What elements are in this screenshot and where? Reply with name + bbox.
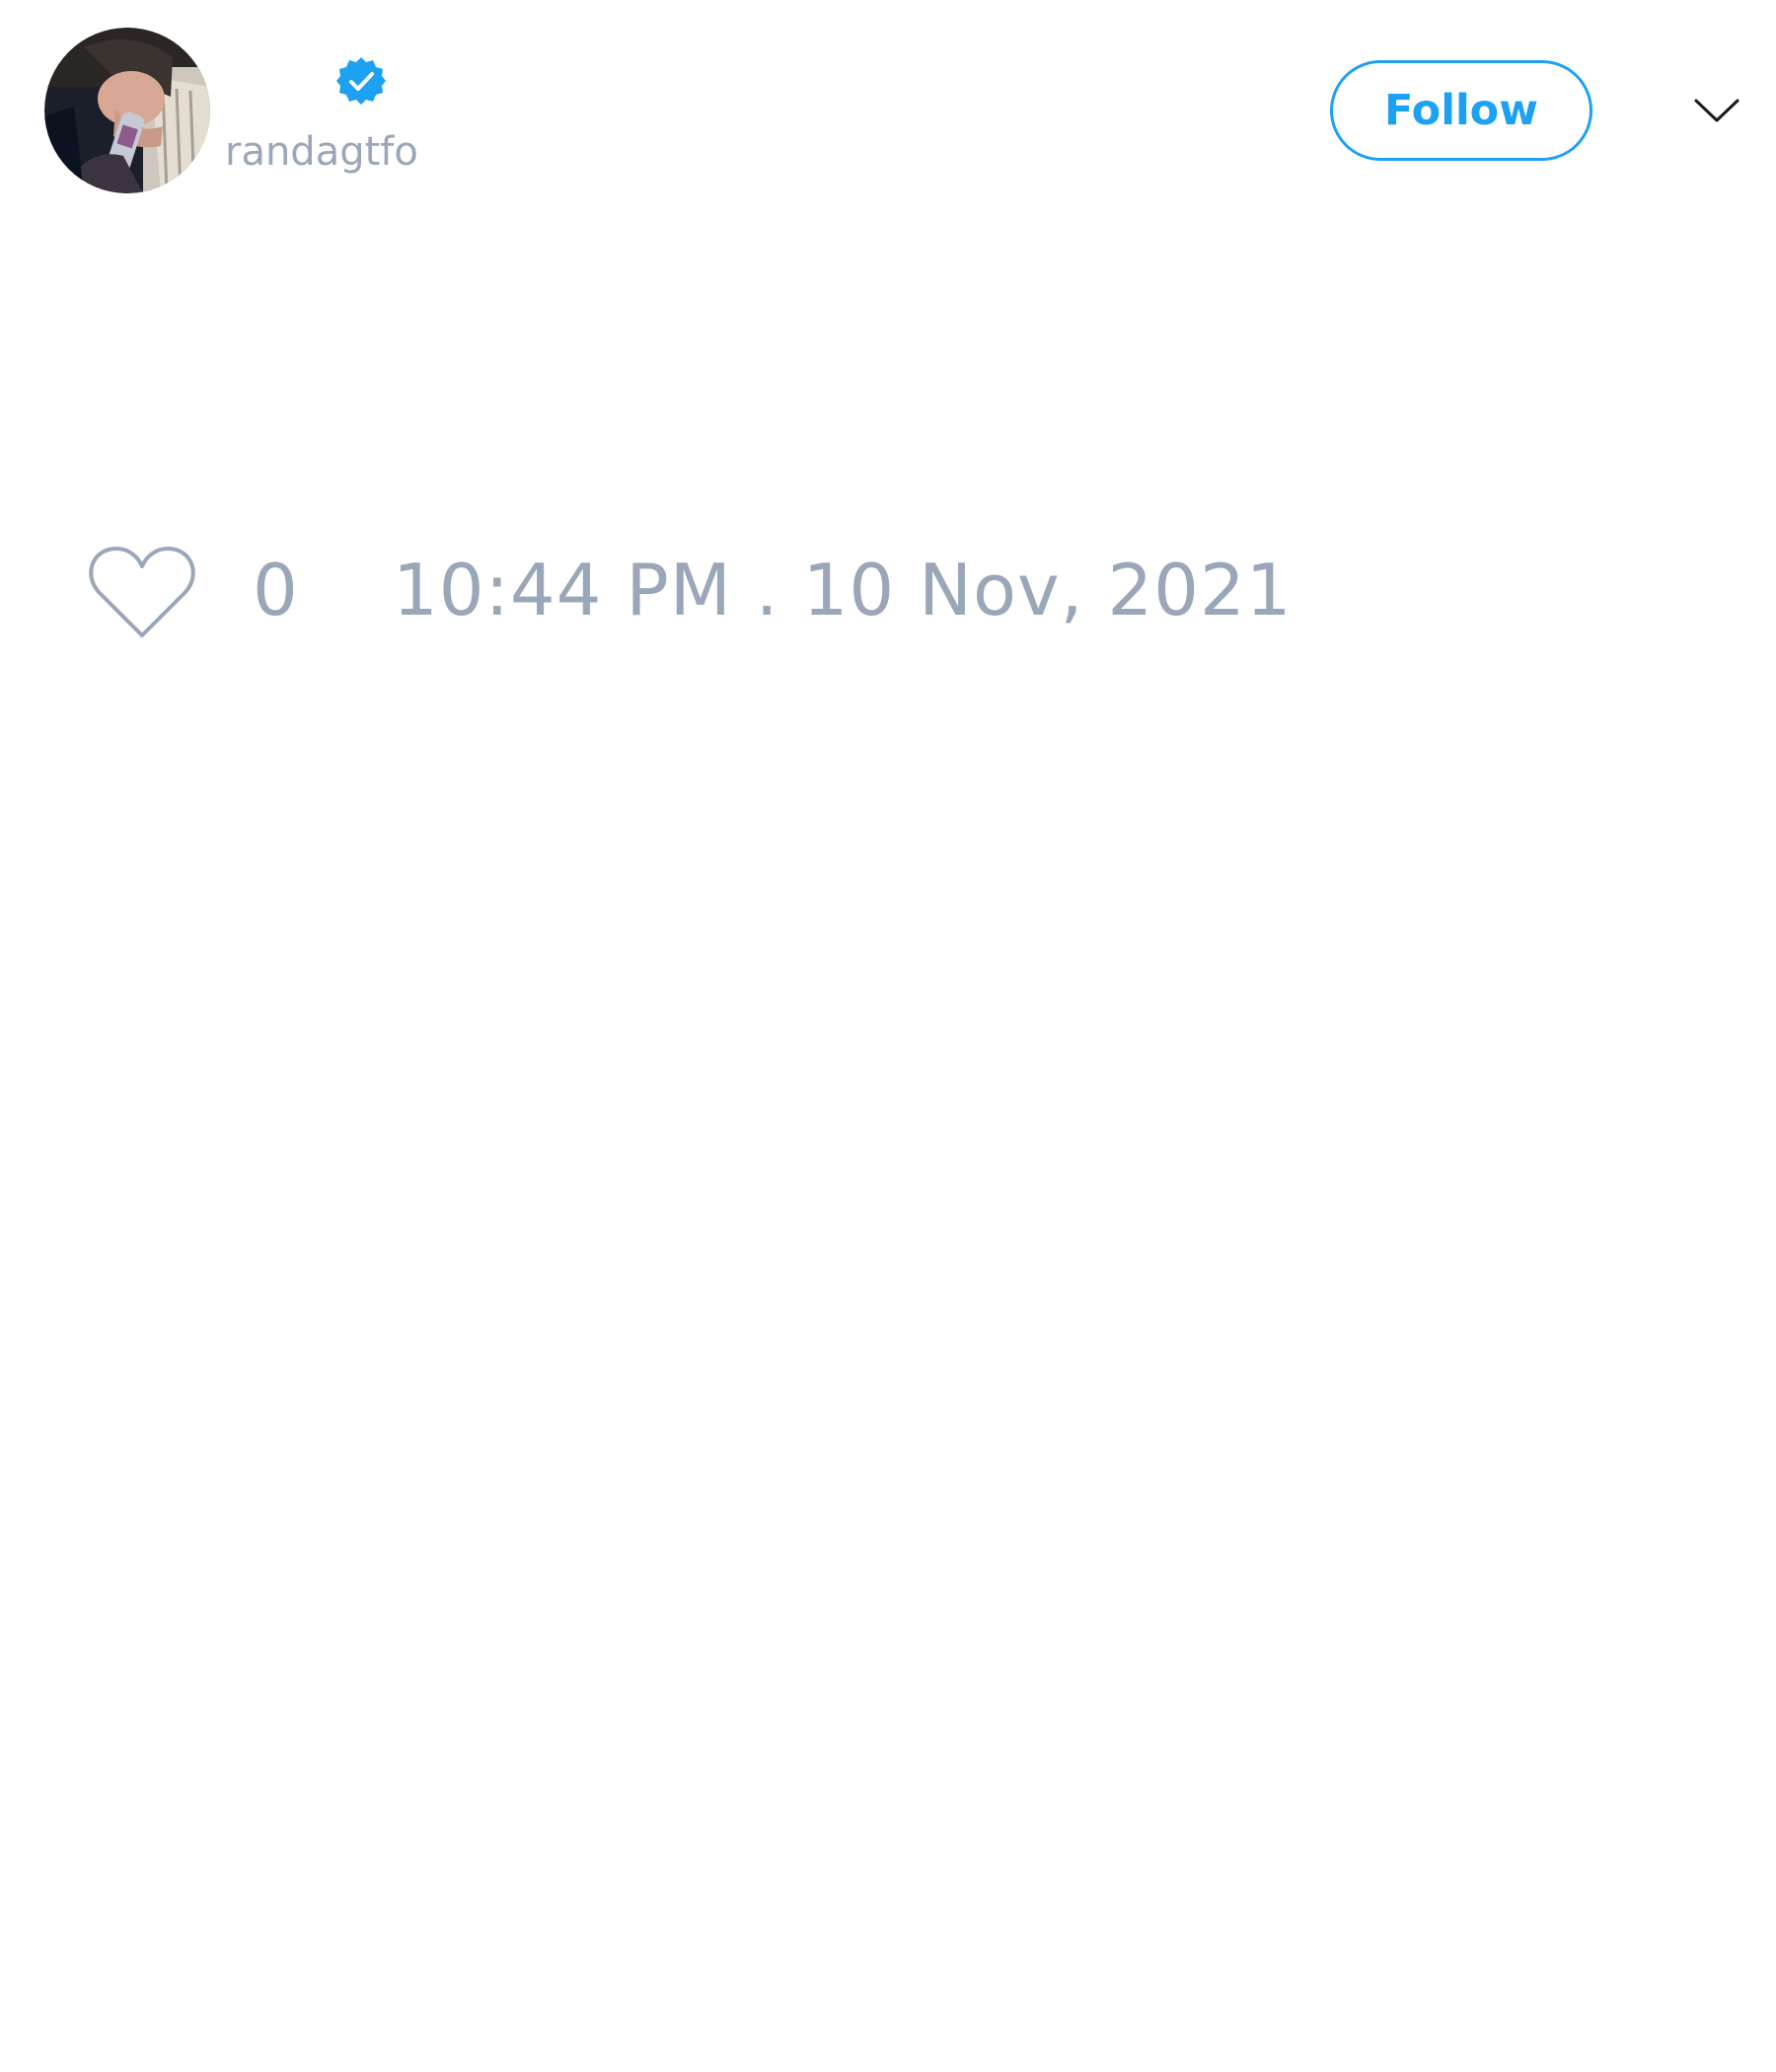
tweet-actions: 0 10:44 PM . 10 Nov, 2021 [89,541,1371,639]
display-name-row[interactable] [335,55,387,107]
chevron-down-icon[interactable] [1693,91,1740,130]
verified-badge-icon [335,55,387,107]
avatar-image [44,28,210,193]
user-handle[interactable]: randagtfo [225,126,418,178]
tweet-card: randagtfo Follow 0 10:44 PM . 10 Nov, 20… [0,0,1776,2072]
heart-outline-icon[interactable] [89,545,195,639]
avatar[interactable] [44,28,210,193]
like-count: 0 [253,549,298,631]
tweet-timestamp[interactable]: 10:44 PM . 10 Nov, 2021 [393,541,1293,639]
follow-button[interactable]: Follow [1330,60,1592,161]
